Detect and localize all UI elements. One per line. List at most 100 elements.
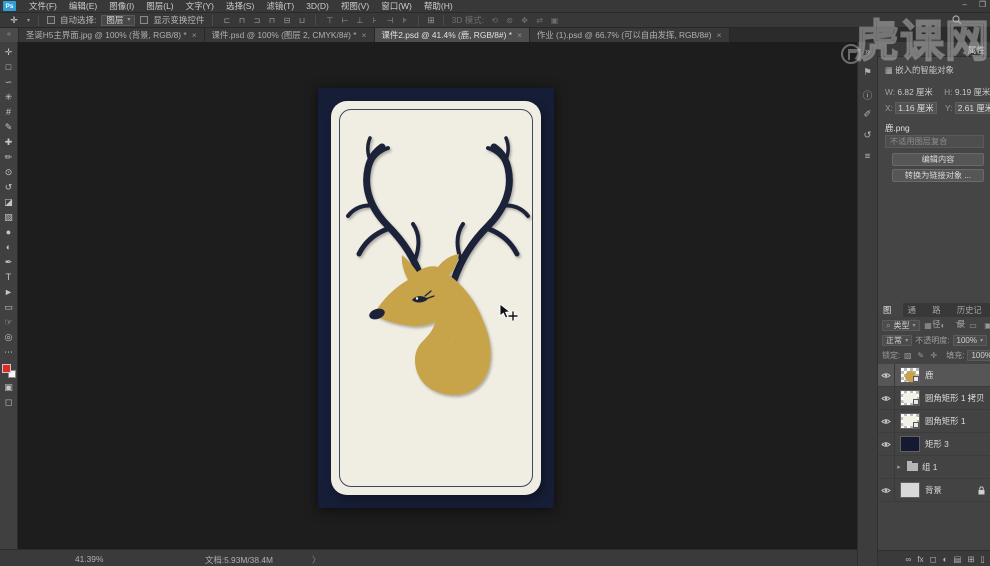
visibility-eye-icon[interactable] bbox=[878, 386, 895, 410]
tab-document-3-active[interactable]: 课件2.psd @ 41.4% (鹿, RGB/8#) * × bbox=[374, 28, 530, 42]
y-position-field[interactable]: 2.61 厘米 bbox=[954, 102, 990, 114]
color-swatches[interactable] bbox=[1, 364, 16, 378]
toolbar-collapse-header[interactable]: « bbox=[0, 28, 19, 42]
align-left-icon[interactable]: ⊏ bbox=[221, 16, 232, 25]
layer-row-group1[interactable]: ▸ 组 1 bbox=[878, 455, 990, 479]
layer-mask-icon[interactable]: ◻ bbox=[930, 554, 937, 564]
quick-mask-button[interactable]: ▣ bbox=[1, 380, 17, 395]
zoom-level[interactable]: 41.39% bbox=[75, 554, 103, 564]
filter-type-icon[interactable]: T bbox=[953, 321, 964, 330]
eyedropper-tool[interactable]: ✎ bbox=[1, 120, 17, 135]
pen-tool[interactable]: ✒ bbox=[1, 255, 17, 270]
layer-row-rect3[interactable]: 矩形 3 bbox=[878, 432, 990, 456]
3d-orbit-icon[interactable]: ⟲ bbox=[489, 16, 500, 25]
restore-button[interactable]: ❐ bbox=[979, 0, 986, 9]
search-icon[interactable] bbox=[952, 15, 962, 27]
3d-slide-icon[interactable]: ⇄ bbox=[534, 16, 545, 25]
history-brush-tool[interactable]: ↺ bbox=[1, 180, 17, 195]
close-icon[interactable]: × bbox=[362, 30, 367, 40]
menu-help[interactable]: 帮助(H) bbox=[418, 0, 459, 13]
collapse-panels-icon[interactable]: » bbox=[859, 46, 877, 58]
fill-field[interactable]: 100% ▾ bbox=[967, 350, 990, 361]
menu-type[interactable]: 文字(Y) bbox=[180, 0, 220, 13]
layer-thumbnail[interactable] bbox=[900, 482, 920, 498]
lock-transparent-icon[interactable]: ▨ bbox=[903, 351, 912, 360]
visibility-eye-icon[interactable] bbox=[878, 409, 895, 433]
layer-thumbnail[interactable] bbox=[900, 436, 920, 452]
auto-select-checkbox[interactable] bbox=[47, 16, 56, 24]
distribute-right-icon[interactable]: ⊧ bbox=[399, 16, 410, 25]
layer-effects-icon[interactable]: fx bbox=[917, 554, 923, 564]
menu-3d[interactable]: 3D(D) bbox=[300, 0, 335, 13]
x-position-field[interactable]: 1.16 厘米 bbox=[895, 102, 937, 114]
align-right-icon[interactable]: ⊐ bbox=[251, 16, 262, 25]
brush-settings-panel-icon[interactable]: ✐ bbox=[859, 109, 877, 121]
info-panel-icon[interactable]: ⓘ bbox=[859, 88, 877, 102]
move-tool[interactable]: ✛ bbox=[1, 45, 17, 60]
new-layer-icon[interactable]: ⊞ bbox=[967, 554, 974, 564]
tab-history[interactable]: 历史记录 bbox=[952, 303, 990, 329]
shape-tool[interactable]: ▭ bbox=[1, 300, 17, 315]
menu-window[interactable]: 窗口(W) bbox=[375, 0, 418, 13]
zoom-tool[interactable]: ◎ bbox=[1, 330, 17, 345]
crop-tool[interactable]: # bbox=[1, 105, 17, 120]
healing-brush-tool[interactable]: ✚ bbox=[1, 135, 17, 150]
close-icon[interactable]: × bbox=[192, 30, 197, 40]
layer-name[interactable]: 鹿 bbox=[925, 369, 933, 381]
minimize-button[interactable]: – bbox=[962, 0, 966, 9]
filter-adjustment-icon[interactable]: ◐ bbox=[938, 321, 949, 330]
visibility-eye-icon[interactable] bbox=[878, 363, 895, 387]
clone-stamp-tool[interactable]: ⊙ bbox=[1, 165, 17, 180]
type-tool[interactable]: T bbox=[1, 270, 17, 285]
blend-mode-dropdown[interactable]: 正常 ▾ bbox=[882, 335, 913, 346]
path-select-tool[interactable]: ► bbox=[1, 285, 17, 300]
history-panel-icon[interactable]: ↺ bbox=[859, 130, 877, 142]
layer-thumbnail[interactable] bbox=[900, 367, 920, 383]
close-icon[interactable]: × bbox=[717, 30, 722, 40]
filter-pixel-icon[interactable]: ▦ bbox=[923, 321, 934, 330]
visibility-eye-icon[interactable] bbox=[878, 478, 895, 502]
convert-to-linked-button[interactable]: 转换为链接对象 ... bbox=[892, 169, 984, 182]
align-center-h-icon[interactable]: ⊓ bbox=[236, 16, 247, 25]
distribute-middle-icon[interactable]: ⊢ bbox=[339, 16, 350, 25]
align-bottom-icon[interactable]: ⊔ bbox=[296, 16, 307, 25]
flag-panel-icon[interactable]: ⚑ bbox=[859, 67, 877, 79]
menu-select[interactable]: 选择(S) bbox=[220, 0, 260, 13]
menu-edit[interactable]: 编辑(E) bbox=[63, 0, 103, 13]
distribute-center-icon[interactable]: ⊣ bbox=[384, 16, 395, 25]
3d-pan-icon[interactable]: ✥ bbox=[519, 16, 530, 25]
align-top-icon[interactable]: ⊓ bbox=[266, 16, 277, 25]
group-expand-caret-icon[interactable]: ▸ bbox=[895, 463, 903, 471]
auto-select-dropdown[interactable]: 图层 ▾ bbox=[101, 14, 136, 26]
layer-row-background[interactable]: 背景 bbox=[878, 478, 990, 502]
distribute-left-icon[interactable]: ⊦ bbox=[369, 16, 380, 25]
3d-roll-icon[interactable]: ⊚ bbox=[504, 16, 515, 25]
tab-document-4[interactable]: 作业 (1).psd @ 66.7% (可以自由发挥, RGB/8#) × bbox=[529, 28, 730, 42]
link-layers-icon[interactable]: ∞ bbox=[905, 554, 911, 564]
tab-properties[interactable]: 属性 bbox=[968, 44, 985, 56]
layer-name[interactable]: 圆角矩形 1 拷贝 bbox=[925, 392, 985, 404]
tab-channels[interactable]: 通道 bbox=[903, 303, 928, 329]
visibility-eye-empty[interactable] bbox=[878, 455, 895, 479]
distribute-top-icon[interactable]: ⊤ bbox=[324, 16, 335, 25]
status-chevron-icon[interactable]: 〉 bbox=[312, 554, 320, 566]
lock-image-icon[interactable]: ✎ bbox=[916, 351, 925, 360]
menu-layer[interactable]: 图层(L) bbox=[140, 0, 179, 13]
layer-name[interactable]: 圆角矩形 1 bbox=[925, 415, 965, 427]
visibility-eye-icon[interactable] bbox=[878, 432, 895, 456]
menu-image[interactable]: 图像(I) bbox=[103, 0, 140, 13]
filter-shape-icon[interactable]: ▭ bbox=[968, 321, 979, 330]
eraser-tool[interactable]: ◪ bbox=[1, 195, 17, 210]
foreground-color-swatch[interactable] bbox=[1, 364, 11, 373]
layer-name[interactable]: 组 1 bbox=[922, 461, 937, 473]
menu-file[interactable]: 文件(F) bbox=[23, 0, 63, 13]
properties-panel-icon[interactable]: ≡ bbox=[859, 151, 877, 163]
more-tools[interactable]: ⋯ bbox=[1, 345, 17, 360]
auto-align-icon[interactable]: ⊞ bbox=[427, 15, 434, 26]
show-transform-checkbox[interactable] bbox=[140, 16, 149, 24]
layer-thumbnail[interactable] bbox=[900, 390, 920, 406]
tool-preset-arrow-icon[interactable]: ▾ bbox=[27, 17, 30, 24]
3d-zoom-icon[interactable]: ▣ bbox=[549, 16, 560, 25]
marquee-tool[interactable]: □ bbox=[1, 60, 17, 75]
lock-position-icon[interactable]: ✛ bbox=[929, 351, 938, 360]
